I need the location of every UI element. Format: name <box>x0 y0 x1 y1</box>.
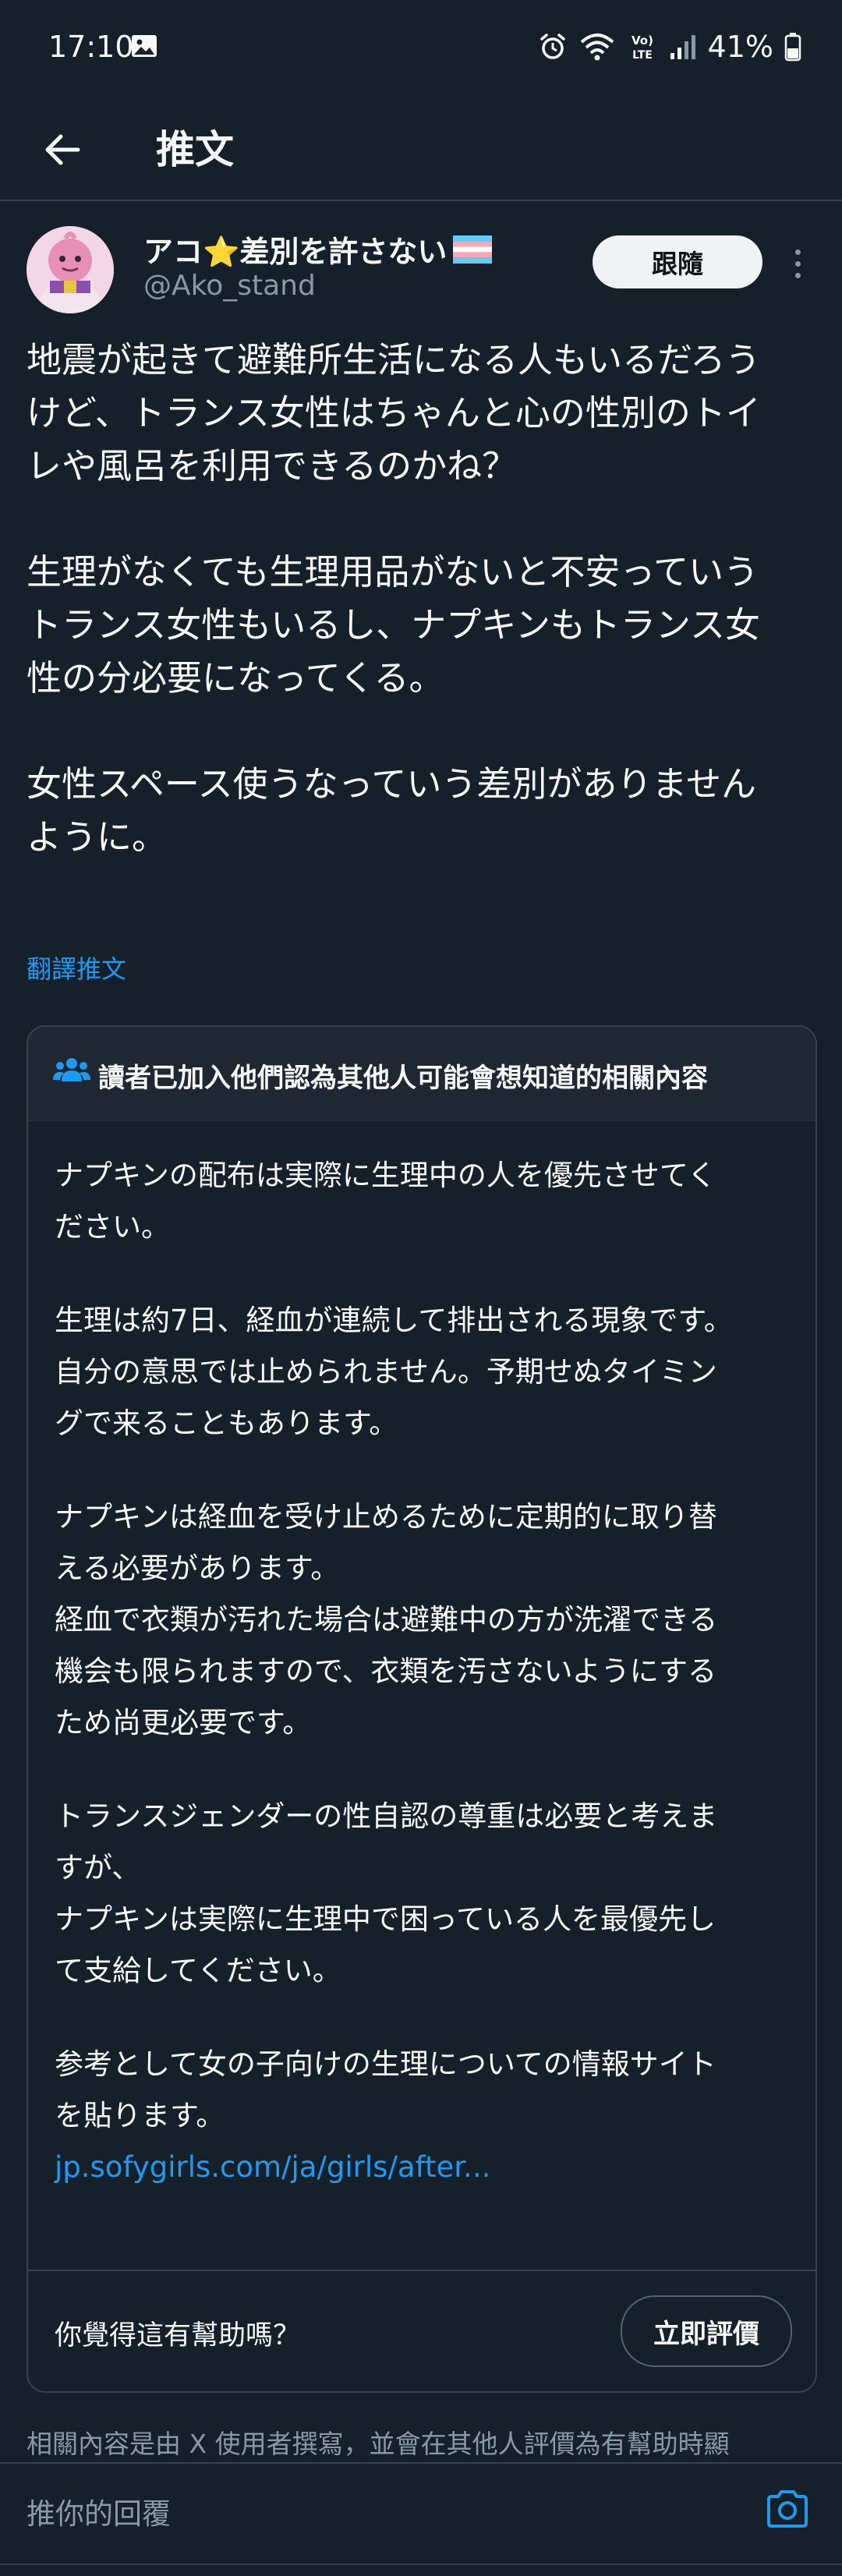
wifi-icon <box>580 34 614 61</box>
reply-input[interactable]: 推你的回覆 <box>27 2490 171 2532</box>
tweet-line: レや風呂を利用できるのかね？ <box>27 445 518 487</box>
status-bar: 17:10 Vo) LTE 41% <box>0 0 842 100</box>
tweet-line: 性の分必要になってくる。 <box>27 657 444 699</box>
author-display-name: アコ⭐差別を許さない <box>143 235 448 269</box>
helpful-question: 你覺得這有幫助嗎？ <box>55 2320 301 2351</box>
note-line: トランスジェンダーの性自認の尊重は必要と考えま <box>55 1799 718 1833</box>
avatar[interactable] <box>27 226 114 313</box>
volte-icon: Vo) LTE <box>632 34 653 62</box>
note-line: を貼ります。 <box>55 2099 225 2132</box>
note-line: ナプキンの配布は実際に生理中の人を優先させてく <box>55 1159 716 1192</box>
battery-percent: 41% <box>707 30 773 64</box>
author-handle[interactable]: @Ako_stand <box>143 270 316 302</box>
community-note-title: 讀者已加入他們認為其他人可能會想知道的相關內容 <box>98 1063 708 1094</box>
more-options-icon[interactable] <box>786 242 809 285</box>
community-note-header: 讀者已加入他們認為其他人可能會想知道的相關內容 <box>28 1027 815 1121</box>
note-line: ナプキンは実際に生理中で困っている人を最優先し <box>55 1902 716 1936</box>
note-line: える必要があります。 <box>55 1552 340 1585</box>
gallery-notification-icon <box>132 35 157 57</box>
signal-icon <box>670 35 695 59</box>
volte-top-label: Vo) <box>632 34 653 48</box>
reply-underline <box>0 2564 842 2565</box>
tweet-line: ように。 <box>27 816 168 858</box>
community-note-card: 讀者已加入他們認為其他人可能會想知道的相關內容 ナプキンの配布は実際に生理中の人… <box>27 1025 817 2393</box>
tweet-line: 地震が起きて避難所生活になる人もいるだろう <box>27 339 761 380</box>
alarm-icon <box>540 34 565 59</box>
tweet-line: けど、トランス女性はちゃんと心の性別のトイ <box>27 392 761 433</box>
tweet-line: 生理がなくても生理用品がないと不安っていう <box>27 551 759 593</box>
note-line: ださい。 <box>55 1210 170 1244</box>
community-note-body: ナプキンの配布は実際に生理中の人を優先させてく ださい。 生理は約7日、経血が連… <box>55 1150 795 2193</box>
reply-bar: 推你的回覆 <box>0 2462 842 2576</box>
divider <box>28 2270 815 2271</box>
tweet-author-row: アコ⭐差別を許さない @Ako_stand 跟隨 <box>0 218 842 327</box>
note-line: ため尚更必要です。 <box>55 1706 312 1739</box>
note-line: ナプキンは経血を受け止めるために定期的に取り替 <box>55 1500 717 1534</box>
note-source-link[interactable]: jp.sofygirls.com/ja/girls/after... <box>55 2142 795 2193</box>
tweet-line: 女性スペース使うなっていう差別がありません <box>27 763 757 805</box>
note-line: て支給してください。 <box>55 1954 341 1987</box>
author-display-name-wrap[interactable]: アコ⭐差別を許さない <box>143 228 493 271</box>
note-line: 生理は約7日、経血が連続して排出される現象です。 <box>55 1304 733 1337</box>
volte-bottom-label: LTE <box>632 49 653 62</box>
battery-icon <box>784 33 801 62</box>
arrow-left-icon <box>45 134 80 165</box>
status-time: 17:10 <box>48 30 134 64</box>
page-title: 推文 <box>156 127 234 172</box>
status-icons: Vo) LTE 41% <box>538 28 801 65</box>
community-note-footer: 相關內容是由 X 使用者撰寫，並會在其他人評價為有幫助時顯 <box>27 2429 730 2459</box>
translate-tweet-link[interactable]: 翻譯推文 <box>27 950 126 985</box>
note-line: 機会も限られますので、衣類を汚さないようにする <box>55 1654 717 1688</box>
avatar-image <box>27 226 114 313</box>
tweet-text: 地震が起きて避難所生活になる人もいるだろう けど、トランス女性はちゃんと心の性別… <box>27 334 814 864</box>
app-bar: 推文 <box>0 100 842 201</box>
follow-button[interactable]: 跟隨 <box>593 235 762 288</box>
camera-icon[interactable] <box>764 2487 811 2531</box>
note-line: 経血で衣類が汚れた場合は避難中の方が洗濯できる <box>55 1603 718 1637</box>
note-line: 自分の意思では止められません。予期せぬタイミン <box>55 1355 717 1389</box>
note-line: 参考として女の子向けの生理についての情報サイト <box>55 2047 716 2081</box>
people-icon <box>53 1058 90 1081</box>
note-line: すが、 <box>55 1851 141 1884</box>
transgender-flag-icon <box>453 235 493 264</box>
tweet-line: トランス女性もいるし、ナプキンもトランス女 <box>27 604 760 646</box>
rate-it-button[interactable]: 立即評價 <box>621 2295 792 2367</box>
back-button[interactable] <box>34 122 90 178</box>
note-line: グで来ることもあります。 <box>55 1407 398 1440</box>
